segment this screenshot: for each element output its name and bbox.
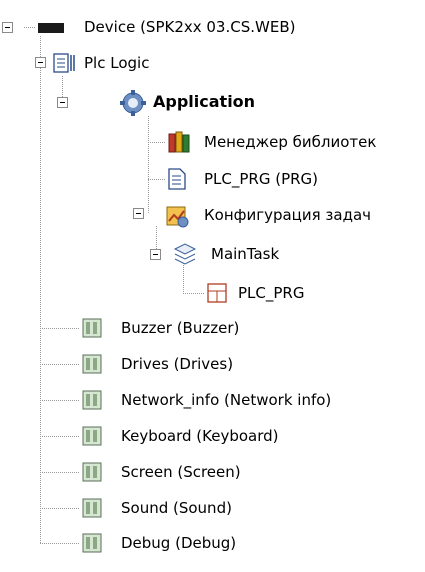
- tree-item-screen[interactable]: Screen (Screen): [121, 460, 241, 484]
- tree-item-task-config[interactable]: Конфигурация задач: [204, 203, 371, 227]
- tree-item-application[interactable]: Application: [153, 90, 255, 114]
- tree-item-plc-prg-pou[interactable]: PLC_PRG (PRG): [204, 167, 318, 191]
- plc-logic-icon: [53, 53, 75, 73]
- tree-item-sound[interactable]: Sound (Sound): [121, 496, 232, 520]
- tree-item-keyboard[interactable]: Keyboard (Keyboard): [121, 424, 279, 448]
- tree-item-main-task[interactable]: MainTask: [211, 242, 279, 266]
- module-icon: [82, 390, 102, 410]
- module-icon: [82, 426, 102, 446]
- tree-item-library-manager[interactable]: Менеджер библиотек: [204, 130, 376, 154]
- tree-item-plc-logic[interactable]: Plc Logic: [84, 51, 149, 75]
- tree-item-debug[interactable]: Debug (Debug): [121, 531, 236, 555]
- module-icon: [82, 498, 102, 518]
- program-document-icon: [168, 168, 186, 190]
- program-call-icon: [207, 283, 227, 303]
- tree-item-plc-prg-call[interactable]: PLC_PRG: [238, 281, 304, 305]
- gear-icon: [120, 90, 146, 116]
- task-stack-icon: [173, 243, 197, 265]
- tree-item-buzzer[interactable]: Buzzer (Buzzer): [121, 316, 239, 340]
- main-task-collapse-toggle[interactable]: [150, 249, 161, 260]
- tree-item-drives[interactable]: Drives (Drives): [121, 352, 233, 376]
- module-icon: [82, 462, 102, 482]
- device-icon: [38, 23, 64, 33]
- task-config-collapse-toggle[interactable]: [133, 208, 144, 219]
- library-books-icon: [168, 131, 190, 153]
- tree-item-network-info[interactable]: Network_info (Network info): [121, 388, 331, 412]
- project-tree: Device (SPK2xx 03.CS.WEB) Plc Logic Appl…: [0, 0, 425, 572]
- device-collapse-toggle[interactable]: [2, 22, 13, 33]
- application-collapse-toggle[interactable]: [57, 97, 68, 108]
- task-config-icon: [166, 206, 189, 228]
- tree-item-device[interactable]: Device (SPK2xx 03.CS.WEB): [84, 15, 295, 39]
- module-icon: [82, 318, 102, 338]
- module-icon: [82, 354, 102, 374]
- plc-logic-collapse-toggle[interactable]: [35, 57, 46, 68]
- module-icon: [82, 533, 102, 553]
